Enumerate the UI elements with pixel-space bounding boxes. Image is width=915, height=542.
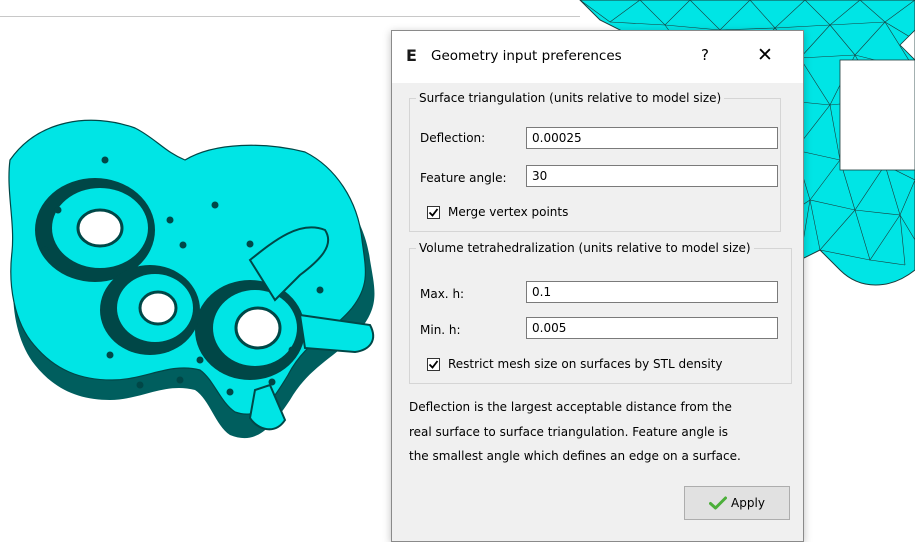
gearbox-housing-model bbox=[8, 119, 375, 439]
feature-angle-input[interactable] bbox=[526, 165, 778, 187]
volume-group-legend: Volume tetrahedralization (units relativ… bbox=[419, 241, 751, 255]
close-icon: ✕ bbox=[757, 44, 773, 66]
deflection-label: Deflection: bbox=[420, 131, 486, 145]
restrict-mesh-checkbox-row[interactable]: Restrict mesh size on surfaces by STL de… bbox=[427, 357, 723, 371]
help-button[interactable]: ? bbox=[695, 44, 715, 66]
dialog-title: Geometry input preferences bbox=[431, 48, 622, 64]
merge-vertex-checkbox[interactable] bbox=[427, 205, 440, 219]
min-h-input[interactable] bbox=[526, 317, 778, 339]
description-line: real surface to surface triangulation. F… bbox=[409, 424, 729, 439]
feature-angle-label: Feature angle: bbox=[420, 171, 507, 185]
e-logo-icon: E bbox=[406, 46, 417, 65]
viewport-top-border bbox=[0, 16, 580, 17]
dialog-titlebar[interactable]: E Geometry input preferences ? ✕ bbox=[392, 31, 803, 83]
geometry-preferences-dialog: E Geometry input preferences ? ✕ Surface… bbox=[391, 30, 804, 542]
min-h-label: Min. h: bbox=[420, 323, 461, 337]
close-button[interactable]: ✕ bbox=[754, 44, 776, 66]
description-line: the smallest angle which defines an edge… bbox=[409, 449, 741, 463]
max-h-input[interactable] bbox=[526, 281, 778, 303]
deflection-input[interactable] bbox=[526, 127, 778, 149]
description-line: Deflection is the largest acceptable dis… bbox=[409, 400, 732, 414]
merge-vertex-label: Merge vertex points bbox=[448, 205, 569, 219]
max-h-label: Max. h: bbox=[420, 287, 465, 301]
checkmark-icon bbox=[428, 359, 439, 369]
merge-vertex-checkbox-row[interactable]: Merge vertex points bbox=[427, 205, 568, 219]
restrict-mesh-checkbox[interactable] bbox=[427, 357, 440, 371]
restrict-mesh-label: Restrict mesh size on surfaces by STL de… bbox=[448, 357, 723, 371]
checkmark-icon bbox=[428, 207, 439, 217]
apply-button[interactable]: Apply bbox=[684, 486, 790, 520]
question-icon: ? bbox=[701, 46, 709, 64]
surface-group-legend: Surface triangulation (units relative to… bbox=[419, 91, 722, 105]
description-text: Deflection is the largest acceptable dis… bbox=[409, 395, 789, 469]
apply-label: Apply bbox=[731, 496, 765, 510]
green-check-icon bbox=[709, 496, 728, 510]
